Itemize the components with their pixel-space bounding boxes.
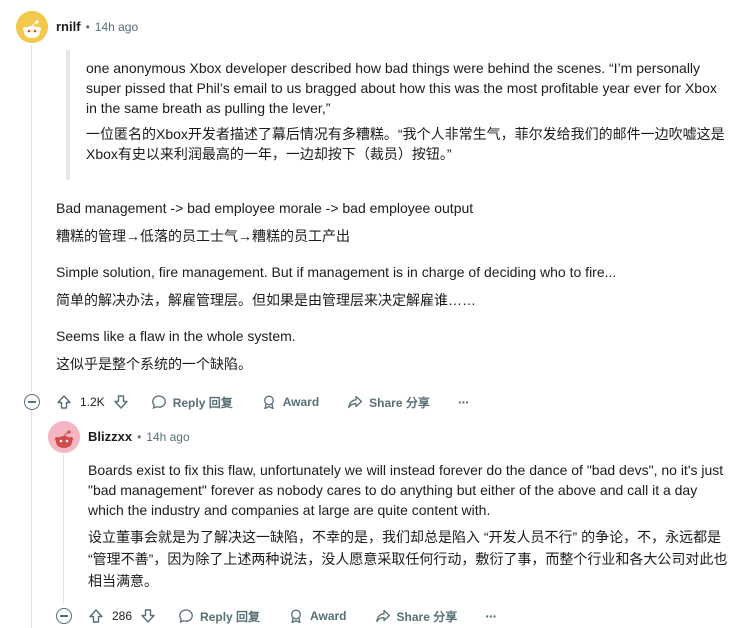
reply-button[interactable]: Reply 回复 <box>151 394 233 411</box>
snoo-avatar-icon <box>48 421 80 453</box>
reply-label: Reply 回复 <box>172 395 233 410</box>
comment-paragraph-1-en: Bad management -> bad employee morale ->… <box>56 200 474 216</box>
downvote-arrow-icon <box>113 394 129 410</box>
reply-button[interactable]: Reply 回复 <box>178 608 260 625</box>
quote-text-en: one anonymous Xbox developer described h… <box>86 60 717 116</box>
share-button[interactable]: Share 分享 <box>347 394 430 411</box>
comment-paragraph-2-en: Simple solution, fire management. But if… <box>56 264 617 280</box>
downvote-arrow-icon <box>140 608 156 624</box>
quote-text-zh: 一位匿名的Xbox开发者描述了幕后情况有多糟糕。“我个人非常生气，菲尔发给我们的… <box>86 126 725 162</box>
avatar[interactable] <box>48 421 80 453</box>
upvote-button[interactable] <box>56 394 72 410</box>
vote-count: 286 <box>112 609 133 623</box>
reply-label: Reply 回复 <box>200 609 261 624</box>
award-icon <box>261 394 277 410</box>
collapse-thread-button[interactable] <box>56 608 72 624</box>
award-icon <box>288 608 304 624</box>
comment-bubble-icon <box>151 394 167 410</box>
share-arrow-icon <box>347 394 363 410</box>
comment-actions: 286 Reply 回复 Award Share 分享 ··· <box>88 604 497 628</box>
comment-paragraph-3-zh: 这似乎是整个系统的一个缺陷。 <box>56 356 252 372</box>
share-button[interactable]: Share 分享 <box>375 608 458 625</box>
comment-bubble-icon <box>178 608 194 624</box>
thread-line-main <box>31 44 32 392</box>
thread-line-reply <box>63 454 64 604</box>
quote-bar <box>66 50 70 180</box>
downvote-button[interactable] <box>113 394 129 410</box>
upvote-arrow-icon <box>88 608 104 624</box>
upvote-arrow-icon <box>56 394 72 410</box>
separator: • <box>137 429 142 444</box>
award-button[interactable]: Award <box>261 394 319 410</box>
share-label: Share 分享 <box>396 609 458 624</box>
comment-paragraph-2-zh: 简单的解决办法，解雇管理层。但如果是由管理层来决定解雇谁…… <box>56 292 476 308</box>
snoo-avatar-icon <box>16 11 48 43</box>
separator: • <box>85 19 90 34</box>
more-options-icon[interactable]: ··· <box>485 608 497 624</box>
share-label: Share 分享 <box>369 395 430 410</box>
thread-line-bottom <box>31 410 32 628</box>
share-arrow-icon <box>375 608 391 624</box>
award-button[interactable]: Award <box>288 608 347 624</box>
collapse-thread-button[interactable] <box>24 394 40 410</box>
comment-paragraph-3-en: Seems like a flaw in the whole system. <box>56 328 296 344</box>
comment-author[interactable]: Blizzxx <box>88 429 132 444</box>
comment-actions: 1.2K Reply 回复 Award Share 分享 ··· <box>56 390 470 414</box>
reply-paragraph-zh: 设立董事会就是为了解决这一缺陷，不幸的是，我们却总是陷入 “开发人员不行” 的争… <box>88 529 728 589</box>
avatar[interactable] <box>16 11 48 43</box>
comment-timestamp[interactable]: 14h ago <box>146 430 189 444</box>
downvote-button[interactable] <box>140 608 156 624</box>
upvote-button[interactable] <box>88 608 104 624</box>
reply-paragraph-en: Boards exist to fix this flaw, unfortuna… <box>88 462 724 518</box>
more-options-icon[interactable]: ··· <box>458 394 470 410</box>
award-label: Award <box>310 609 347 623</box>
comment-timestamp[interactable]: 14h ago <box>95 20 138 34</box>
comment-author[interactable]: rnilf <box>56 19 81 34</box>
comment-paragraph-1-zh: 糟糕的管理→低落的员工士气→糟糕的员工产出 <box>56 228 350 244</box>
award-label: Award <box>282 395 320 409</box>
vote-count: 1.2K <box>80 395 105 409</box>
